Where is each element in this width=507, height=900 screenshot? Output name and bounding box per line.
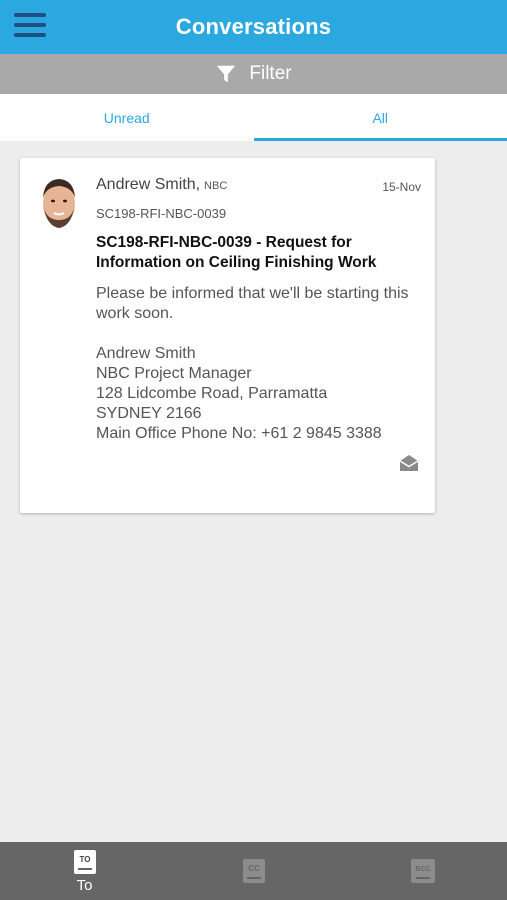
message-body: Please be informed that we'll be startin… — [96, 284, 416, 444]
filter-label: Filter — [249, 63, 292, 84]
page-title: Conversations — [175, 14, 332, 39]
bcc-tab[interactable]: BCC — [338, 842, 507, 900]
tab-all[interactable]: All — [253, 94, 507, 141]
message-date: 15-Nov — [382, 180, 421, 194]
svg-text:BCC: BCC — [415, 866, 430, 873]
cc-tab[interactable]: CC — [169, 842, 338, 900]
svg-text:TO: TO — [79, 855, 90, 864]
cc-recipients-icon: CC — [242, 859, 265, 883]
funnel-icon — [217, 65, 236, 83]
bcc-recipients-icon: BCC — [410, 859, 435, 883]
message-intro: Please be informed that we'll be startin… — [96, 285, 409, 322]
signature-line: Main Office Phone No: +61 2 9845 3388 — [96, 425, 382, 442]
avatar — [38, 174, 80, 232]
tab-unread[interactable]: Unread — [0, 94, 254, 141]
to-recipients-icon: TO — [73, 849, 96, 874]
tab-bar: Unread All — [0, 94, 507, 141]
app-bar: Conversations — [0, 0, 507, 54]
bottom-navigation: TO To CC BCC — [0, 842, 507, 900]
signature-line: NBC Project Manager — [96, 365, 252, 382]
hamburger-menu-icon[interactable] — [14, 13, 46, 41]
sender-name: Andrew Smith — [96, 176, 196, 193]
signature-line: 128 Lidcombe Road, Parramatta — [96, 385, 328, 402]
envelope-open-icon[interactable] — [399, 453, 419, 473]
filter-button[interactable]: Filter — [0, 54, 507, 94]
sender-row: Andrew Smith , NBC — [96, 176, 228, 193]
signature-line: Andrew Smith — [96, 345, 196, 362]
to-tab[interactable]: TO To — [0, 842, 169, 900]
conversation-card[interactable]: Andrew Smith , NBC 15-Nov SC198-RFI-NBC-… — [20, 158, 435, 513]
message-subject: SC198-RFI-NBC-0039 - Request for Informa… — [96, 234, 377, 271]
sender-org: NBC — [204, 180, 228, 192]
svg-text:CC: CC — [248, 864, 260, 873]
to-label: To — [76, 876, 93, 894]
signature-line: SYDNEY 2166 — [96, 405, 202, 422]
reference-code: SC198-RFI-NBC-0039 — [96, 206, 227, 221]
